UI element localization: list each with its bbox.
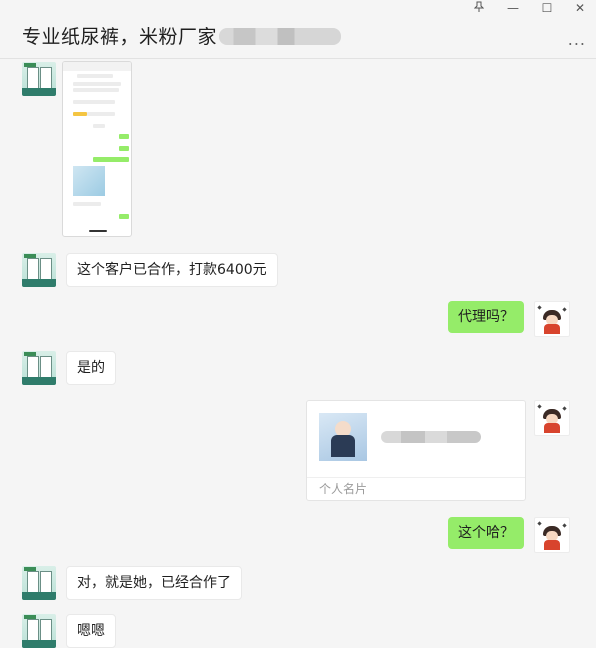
contact-avatar[interactable] [22, 614, 56, 648]
chat-header: 专业纸尿裤，米粉厂家 — ☐ ✕ ... [0, 0, 596, 59]
minimize-button[interactable]: — [503, 1, 523, 15]
card-type-label: 个人名片 [319, 482, 368, 496]
contact-avatar[interactable] [22, 351, 56, 385]
chat-title-text: 专业纸尿裤，米粉厂家 [22, 26, 218, 48]
blurred-card-name [381, 431, 481, 443]
message-bubble-incoming[interactable]: 嗯嗯 [66, 614, 116, 648]
chat-title: 专业纸尿裤，米粉厂家 [22, 22, 342, 49]
contact-avatar[interactable] [22, 253, 56, 287]
message-bubble-outgoing[interactable]: 代理吗？ [448, 301, 524, 333]
message-bubble-incoming[interactable]: 对，就是她，已经合作了 [66, 566, 242, 600]
message-bubble-outgoing[interactable]: 这个哈？ [448, 517, 524, 549]
my-avatar[interactable] [534, 517, 570, 553]
message-bubble-incoming[interactable]: 这个客户已合作，打款6400元 [66, 253, 278, 287]
more-options-button[interactable]: ... [568, 30, 586, 49]
screenshot-image-message[interactable] [62, 61, 132, 237]
close-button[interactable]: ✕ [570, 1, 590, 15]
my-avatar[interactable] [534, 301, 570, 337]
my-avatar[interactable] [534, 400, 570, 436]
contact-card-message[interactable]: 个人名片 [306, 400, 526, 501]
blurred-name [219, 28, 342, 45]
maximize-button[interactable]: ☐ [537, 1, 557, 15]
contact-avatar[interactable] [22, 566, 56, 600]
message-bubble-incoming[interactable]: 是的 [66, 351, 116, 385]
card-photo [319, 413, 367, 461]
contact-avatar[interactable] [22, 62, 56, 96]
pin-icon[interactable] [469, 1, 489, 16]
